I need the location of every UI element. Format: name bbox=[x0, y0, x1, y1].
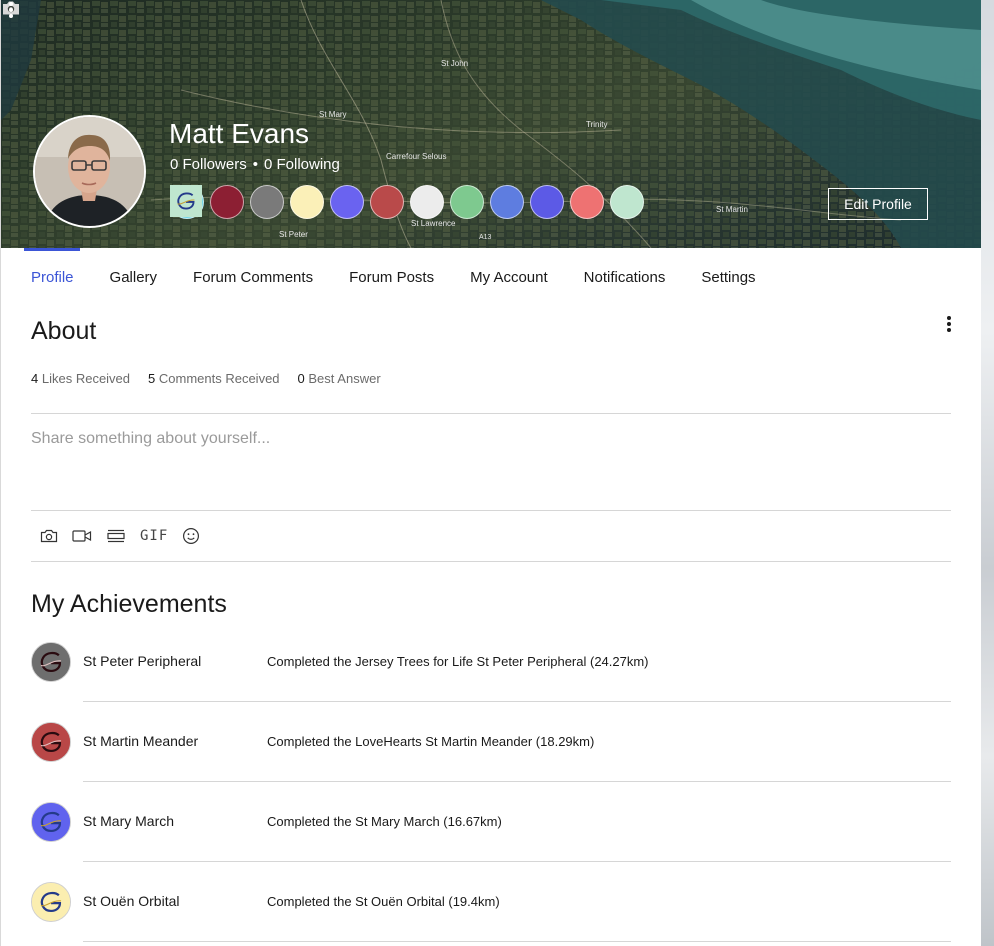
add-divider-button[interactable] bbox=[106, 525, 126, 547]
achievement-badge[interactable] bbox=[170, 185, 244, 219]
background-strip bbox=[981, 0, 994, 946]
achievement-description: Completed the Jersey Trees for Life St P… bbox=[267, 654, 649, 669]
add-video-button[interactable] bbox=[72, 525, 92, 547]
achievement-description: Completed the LoveHearts St Martin Meand… bbox=[267, 734, 595, 749]
stat-label: Comments Received bbox=[158, 371, 280, 386]
follow-stats: 0 Followers • 0 Following bbox=[170, 156, 340, 173]
stat-best-answer: 0 Best Answer bbox=[298, 371, 381, 386]
divider bbox=[31, 413, 951, 414]
following-link[interactable]: 0 Following bbox=[264, 156, 340, 173]
map-label: St Martin bbox=[716, 205, 748, 214]
achievement-description: Completed the St Mary March (16.67km) bbox=[267, 814, 502, 829]
achievement-badge[interactable] bbox=[170, 185, 524, 219]
followers-count: 0 bbox=[170, 156, 179, 173]
edit-profile-button[interactable]: Edit Profile bbox=[828, 188, 928, 220]
achievement-badge[interactable] bbox=[170, 185, 644, 219]
avatar[interactable] bbox=[33, 115, 146, 228]
editor-toolbar: GIF bbox=[40, 525, 214, 547]
stat-label: Likes Received bbox=[41, 371, 131, 386]
tab-profile[interactable]: Profile bbox=[31, 248, 74, 303]
profile-page: St John St Mary Trinity Carrefour Selous… bbox=[0, 0, 994, 946]
stat-likes-received: 4 Likes Received bbox=[31, 371, 130, 386]
emoji-icon bbox=[183, 527, 200, 545]
followers-label: Followers bbox=[182, 156, 247, 173]
about-input[interactable] bbox=[31, 426, 931, 452]
achievement-badge-icon bbox=[31, 802, 71, 842]
stat-count: 0 bbox=[297, 371, 305, 386]
add-image-button[interactable] bbox=[40, 525, 58, 547]
map-label: A13 bbox=[479, 234, 492, 241]
achievement-badge[interactable] bbox=[170, 185, 484, 219]
achievement-name: St Peter Peripheral bbox=[83, 653, 202, 669]
achievement-item: St Peter Peripheral Completed the Jersey… bbox=[31, 621, 951, 702]
video-icon bbox=[72, 530, 92, 542]
about-stats: 4 Likes Received 5 Comments Received 0 B… bbox=[31, 371, 399, 386]
achievement-item: St Ouën Orbital Completed the St Ouën Or… bbox=[31, 861, 951, 942]
more-vertical-icon[interactable] bbox=[939, 314, 959, 334]
profile-name: Matt Evans bbox=[169, 118, 310, 149]
add-emoji-button[interactable] bbox=[182, 525, 200, 547]
map-label: St John bbox=[441, 59, 468, 68]
achievement-name: St Ouën Orbital bbox=[83, 893, 180, 909]
achievement-name: St Mary March bbox=[83, 813, 175, 829]
achievement-badge[interactable] bbox=[170, 185, 284, 219]
cover-image: St John St Mary Trinity Carrefour Selous… bbox=[1, 0, 981, 248]
achievement-badge[interactable] bbox=[170, 185, 364, 219]
badge-emblem-icon bbox=[32, 883, 70, 921]
separator-dot: • bbox=[252, 156, 258, 173]
achievement-badge-icon bbox=[31, 882, 71, 922]
stat-label: Best Answer bbox=[308, 371, 381, 386]
divider bbox=[83, 941, 951, 942]
camera-icon bbox=[40, 529, 58, 543]
profile-tabs: Profile Gallery Forum Comments Forum Pos… bbox=[31, 248, 792, 303]
badge-emblem-icon bbox=[32, 803, 70, 841]
achievement-name: St Martin Meander bbox=[83, 733, 199, 749]
tab-notifications[interactable]: Notifications bbox=[584, 248, 666, 303]
badge-list bbox=[170, 185, 644, 219]
more-vertical-icon[interactable] bbox=[1, 0, 21, 20]
achievement-description: Completed the St Ouën Orbital (19.4km) bbox=[267, 894, 500, 909]
achievement-badge[interactable] bbox=[170, 185, 404, 219]
achievement-badge[interactable] bbox=[170, 185, 324, 219]
achievement-item: St Martin Meander Completed the LoveHear… bbox=[31, 701, 951, 782]
badge-emblem-icon bbox=[32, 723, 70, 761]
divider bbox=[31, 561, 951, 562]
achievement-item: St Mary March Completed the St Mary Marc… bbox=[31, 781, 951, 862]
divider bbox=[31, 510, 951, 511]
tab-gallery[interactable]: Gallery bbox=[110, 248, 158, 303]
about-title: About bbox=[31, 317, 97, 345]
tab-my-account[interactable]: My Account bbox=[470, 248, 548, 303]
tab-forum-posts[interactable]: Forum Posts bbox=[349, 248, 434, 303]
achievements-title: My Achievements bbox=[31, 590, 227, 618]
map-label: St Lawrence bbox=[411, 219, 456, 228]
achievement-badge[interactable] bbox=[170, 185, 564, 219]
map-label: St Mary bbox=[319, 110, 347, 119]
tab-settings[interactable]: Settings bbox=[701, 248, 755, 303]
add-gif-button[interactable]: GIF bbox=[140, 525, 168, 547]
tab-forum-comments[interactable]: Forum Comments bbox=[193, 248, 313, 303]
achievement-badge-icon bbox=[31, 722, 71, 762]
map-label: St Peter bbox=[279, 230, 308, 239]
achievement-badge-icon bbox=[31, 642, 71, 682]
badge-emblem-icon bbox=[32, 643, 70, 681]
stat-count: 5 bbox=[148, 371, 156, 386]
stat-comments-received: 5 Comments Received bbox=[148, 371, 280, 386]
stat-count: 4 bbox=[31, 371, 39, 386]
following-count: 0 bbox=[263, 156, 273, 173]
divider-icon bbox=[107, 529, 125, 543]
achievement-badge[interactable] bbox=[170, 185, 444, 219]
following-label: Following bbox=[276, 156, 340, 173]
followers-link[interactable]: 0 Followers bbox=[170, 156, 247, 173]
achievement-badge[interactable] bbox=[170, 185, 604, 219]
map-label: Trinity bbox=[586, 120, 607, 129]
map-label: Carrefour Selous bbox=[386, 152, 446, 161]
avatar-photo bbox=[35, 117, 144, 226]
